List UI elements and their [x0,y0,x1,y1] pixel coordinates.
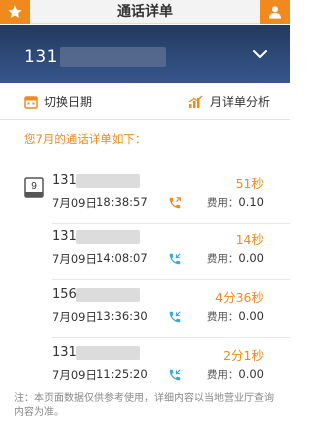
call-record[interactable]: 156 7月09日 13:36:30 4分36秒 费用：0.00 [0,282,290,338]
record-fee-label: 费用： [206,253,239,265]
top-bar: 通话详单 [0,0,290,24]
record-fee-value: 0.10 [238,195,264,209]
switch-date-button[interactable]: 切换日期 [24,83,92,120]
phone-number-mask [60,47,166,67]
user-button[interactable] [260,0,290,24]
action-bar: 切换日期 月详单分析 [0,83,290,120]
call-record[interactable]: 131 7月09日 14:08:07 14秒 费用：0.00 [0,224,290,280]
record-number: 156 [52,287,77,302]
record-fee-value: 0.00 [238,309,264,323]
record-fee-value: 0.00 [238,367,264,381]
record-fee-value: 0.00 [238,251,264,265]
user-icon [269,6,281,19]
section-title: 您7月的通话详单如下： [24,132,147,146]
switch-date-label: 切换日期 [44,95,93,109]
record-duration: 2分1秒 [223,348,264,363]
calendar-day: 9 [31,181,37,192]
record-number-mask [76,288,140,302]
record-fee: 费用：0.00 [207,367,264,382]
record-duration: 14秒 [235,232,264,247]
footnote: 注：本页面数据仅供参考使用，详细内容以当地营业厅查询内容为准。 [14,393,274,418]
outgoing-call-icon [169,197,181,209]
calendar-day-icon: 9 [24,177,44,198]
record-number-mask [76,230,140,244]
record-time: 13:36:30 [96,309,148,323]
phone-number-selector[interactable]: 131 [0,25,290,83]
calendar-icon [24,95,38,109]
record-fee: 费用：0.00 [207,309,264,324]
record-fee-label: 费用： [206,369,239,381]
row-divider [52,279,290,280]
record-fee: 费用：0.10 [207,195,264,210]
monthly-analysis-button[interactable]: 月详单分析 [188,83,270,120]
incoming-call-icon [169,369,181,381]
record-number-mask [76,174,140,188]
record-date: 7月09日 [52,252,97,266]
record-fee-label: 费用： [206,197,239,209]
monthly-analysis-label: 月详单分析 [209,95,270,109]
record-time: 14:08:07 [96,251,148,265]
record-date: 7月09日 [52,196,97,210]
call-record[interactable]: 9 131 7月09日 18:38:57 51秒 费用：0.10 [0,168,290,224]
phone-number: 131 [24,47,58,67]
page-title: 通话详单 [117,4,173,20]
chevron-down-icon[interactable] [252,49,268,59]
bar-chart-icon [188,95,203,108]
record-date: 7月09日 [52,368,97,382]
record-fee: 费用：0.00 [207,251,264,266]
record-number-mask [76,346,140,360]
call-record[interactable]: 131 7月09日 11:25:20 2分1秒 费用：0.00 [0,340,290,396]
record-fee-label: 费用： [206,311,239,323]
record-time: 11:25:20 [96,367,148,381]
record-number: 131 [52,345,77,360]
record-date: 7月09日 [52,310,97,324]
record-time: 18:38:57 [96,195,148,209]
record-duration: 51秒 [235,176,264,191]
record-number: 131 [52,229,77,244]
incoming-call-icon [169,311,181,323]
row-divider [52,337,290,338]
incoming-call-icon [169,253,181,265]
record-number: 131 [52,173,77,188]
record-duration: 4分36秒 [215,290,264,305]
